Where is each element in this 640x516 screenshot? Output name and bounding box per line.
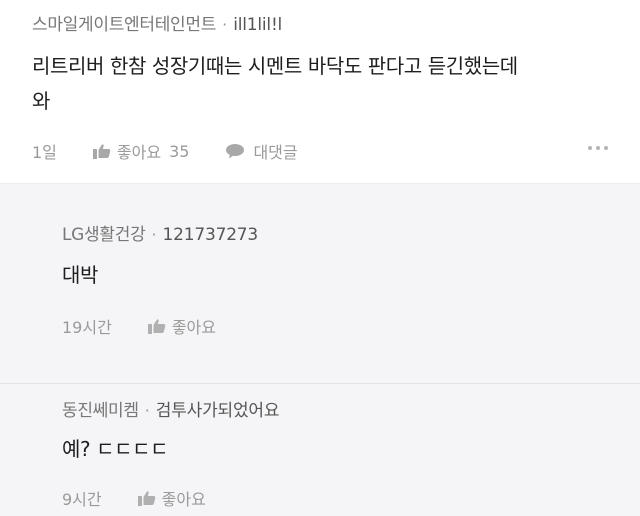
like-button[interactable]: 좋아요 — [147, 314, 216, 338]
comment-meta: 1일 좋아요 35 대댓글 — [32, 139, 298, 163]
comment-text-line-1: 리트리버 한참 성장기때는 시멘트 바닥도 판다고 듣긴했는데 — [32, 54, 518, 78]
reply-meta: 9시간 좋아요 — [62, 486, 206, 510]
like-label: 좋아요 — [116, 143, 162, 162]
author-separator: · — [151, 225, 157, 244]
comment-time: 1일 — [32, 143, 57, 162]
comment-author[interactable]: 스마일게이트엔터테인먼트 — [32, 10, 216, 35]
reply-meta: 19시간 좋아요 — [62, 314, 216, 338]
like-button[interactable]: 좋아요 — [137, 486, 206, 510]
more-dot — [588, 146, 592, 150]
reply-user-id[interactable]: 121737273 — [163, 225, 259, 245]
thumbs-up-icon — [137, 491, 155, 506]
like-button[interactable]: 좋아요 35 — [92, 139, 190, 163]
reply-time: 9시간 — [62, 490, 102, 509]
more-dot — [604, 146, 608, 150]
like-label: 좋아요 — [161, 490, 206, 509]
more-dots-icon[interactable] — [588, 146, 608, 150]
reply-author-line: 동진쎄미켐 · 검투사가되었어요 — [62, 396, 280, 421]
reply-author[interactable]: 동진쎄미켐 — [62, 396, 139, 421]
reply-text: 예? ㄷㄷㄷㄷ — [62, 437, 169, 461]
more-dot — [596, 146, 600, 150]
thumbs-up-icon — [92, 144, 111, 159]
comment-main: 스마일게이트엔터테인먼트 · ill1lil!l 리트리버 한참 성장기때는 시… — [0, 0, 640, 183]
comment-text-line-2: 와 — [32, 89, 50, 113]
reply-item: 동진쎄미켐 · 검투사가되었어요 예? ㄷㄷㄷㄷ 9시간 좋아요 — [0, 383, 640, 516]
reply-time: 19시간 — [62, 318, 112, 337]
reply-user-id[interactable]: 검투사가되었어요 — [156, 396, 280, 421]
reply-author-line: LG생활건강 · 121737273 — [62, 220, 258, 245]
author-separator: · — [222, 15, 228, 34]
thumbs-up-icon — [147, 319, 166, 334]
reply-button[interactable]: 대댓글 — [225, 139, 298, 163]
reply-author[interactable]: LG생활건강 — [62, 220, 146, 245]
reply-text: 대박 — [62, 263, 98, 287]
speech-bubble-icon — [226, 144, 245, 159]
like-label: 좋아요 — [171, 318, 216, 337]
comment-user-id[interactable]: ill1lil!l — [233, 15, 282, 35]
comment-author-line: 스마일게이트엔터테인먼트 · ill1lil!l — [32, 10, 282, 35]
reply-label: 대댓글 — [253, 143, 298, 162]
reply-item: LG생활건강 · 121737273 대박 19시간 좋아요 — [0, 183, 640, 383]
author-separator: · — [144, 401, 150, 420]
like-count: 35 — [169, 141, 190, 161]
